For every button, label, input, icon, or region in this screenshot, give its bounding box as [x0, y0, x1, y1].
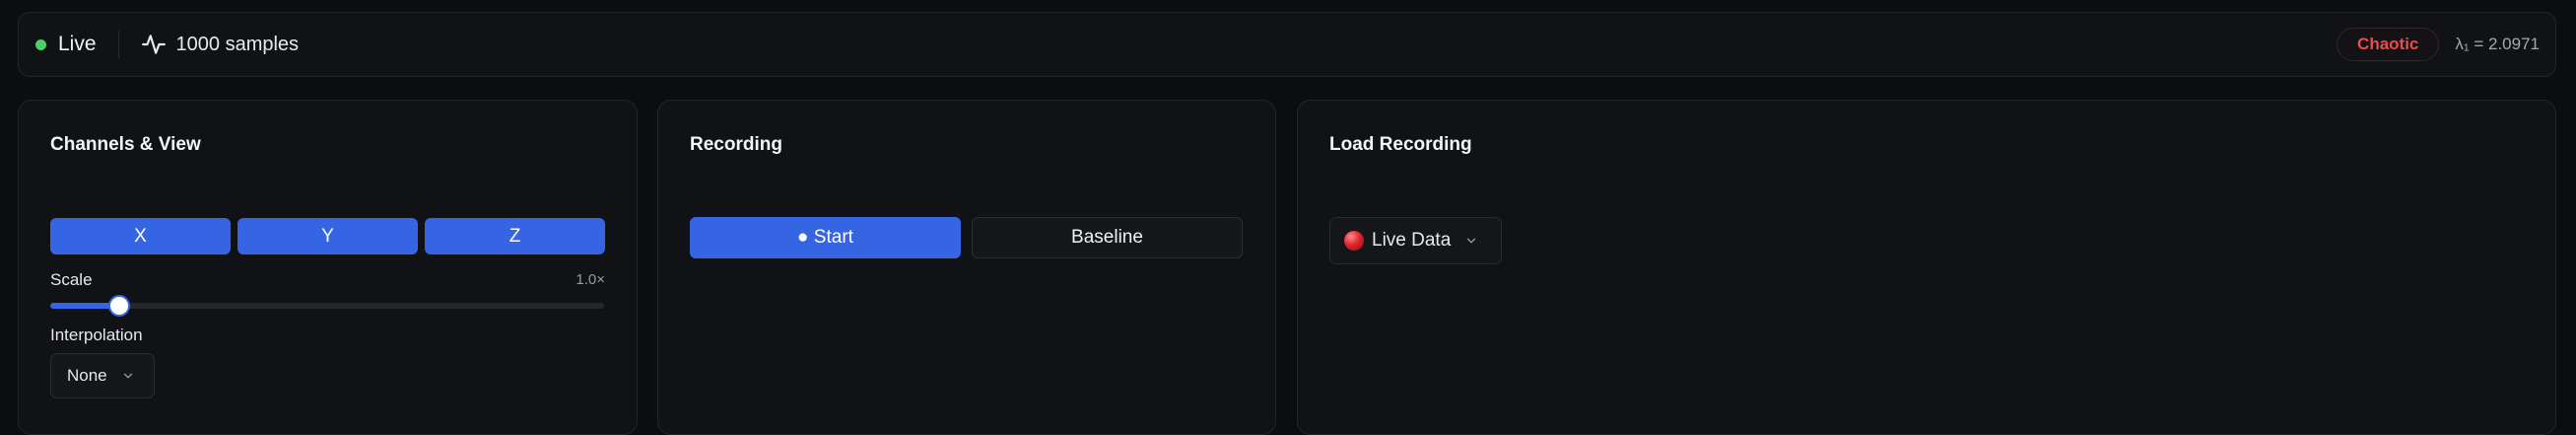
recording-source-selected-value: Live Data [1372, 230, 1452, 251]
live-label: Live [58, 33, 97, 55]
channel-x-toggle[interactable]: X [50, 218, 231, 254]
live-status-dot-icon [35, 38, 46, 50]
red-circle-icon [1344, 231, 1364, 251]
start-recording-button[interactable]: ● Start [690, 217, 961, 258]
panel-title: Channels & View [50, 134, 201, 155]
top-status-bar: Live 1000 samples Chaotic λ₁ = 2.0971 [18, 12, 2556, 77]
load-recording-panel: Load Recording Live Data [1297, 100, 2556, 435]
divider [117, 31, 119, 58]
lyapunov-exponent: λ₁ = 2.0971 [2455, 35, 2540, 53]
channel-z-toggle[interactable]: Z [425, 218, 605, 254]
interpolation-select[interactable]: None [50, 353, 155, 399]
chevron-down-icon [1467, 238, 1476, 244]
sample-count: 1000 samples [175, 33, 300, 55]
channel-toggle-group: X Y Z [50, 218, 605, 254]
chaos-status-badge: Chaotic [2337, 28, 2440, 61]
panel-title: Load Recording [1329, 134, 1472, 155]
channel-y-toggle[interactable]: Y [237, 218, 418, 254]
recording-source-select[interactable]: Live Data [1329, 217, 1502, 264]
interpolation-selected-value: None [67, 366, 107, 385]
interpolation-label: Interpolation [50, 326, 143, 344]
scale-slider-thumb[interactable] [108, 295, 131, 317]
scale-slider[interactable] [50, 295, 604, 317]
recording-panel: Recording ● Start Baseline [657, 100, 1276, 435]
chevron-down-icon [123, 373, 132, 379]
scale-label: Scale [50, 270, 93, 289]
scale-value: 1.0× [576, 271, 605, 288]
pulse-icon [141, 35, 166, 54]
baseline-button[interactable]: Baseline [972, 217, 1243, 258]
channels-view-panel: Channels & View X Y Z Scale 1.0× Interpo… [18, 100, 638, 435]
panel-title: Recording [690, 134, 782, 155]
